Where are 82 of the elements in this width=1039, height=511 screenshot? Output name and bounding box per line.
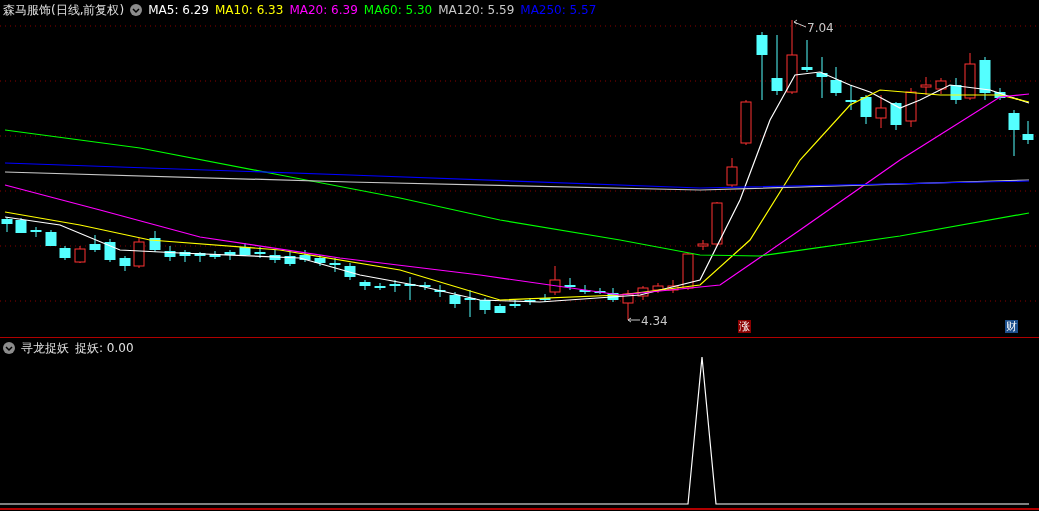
candlestick [329,257,341,273]
candlestick [935,77,947,95]
candlestick [389,279,401,293]
moving-average-value: MA5: 6.29 [148,3,209,17]
candlestick [756,31,768,101]
candlestick [284,250,296,267]
candlestick [149,230,161,253]
stock-title: 森马服饰(日线,前复权) [3,3,125,17]
candlestick [920,76,932,96]
candlestick [1,216,13,233]
candlestick [239,242,251,257]
candlestick [564,277,576,291]
candlestick [830,66,842,97]
candlestick [404,276,416,301]
low-pointer-icon [627,317,641,323]
candlestick [314,254,326,267]
candlestick [104,238,116,263]
low-price-label: 4.34 [641,314,668,328]
moving-average-value: MA250: 5.57 [520,3,597,17]
candlestick [133,237,145,269]
moving-average-value: MA120: 5.59 [438,3,515,17]
dropdown-icon[interactable] [3,342,15,354]
candlestick [30,226,42,238]
candlestick [667,279,679,294]
candlestick [224,249,236,261]
candlestick [74,245,86,264]
high-pointer-icon [793,19,807,28]
candlestick [816,56,828,99]
event-marker[interactable]: 财 [1005,320,1018,333]
candlestick [860,94,872,125]
high-price-label: 7.04 [807,21,834,35]
candlestick [711,201,723,247]
moving-average-value: MA60: 5.30 [363,3,433,17]
candlestick [726,157,738,188]
candlestick [682,252,694,291]
candlestick [434,284,446,298]
candlestick [801,39,813,73]
indicator-value: 捉妖: 0.00 [75,341,134,355]
candlestick [45,229,57,247]
candlestick [652,282,664,294]
moving-average-value: MA10: 6.33 [214,3,284,17]
candlestick [890,101,902,131]
event-marker[interactable]: 涨 [738,320,751,333]
candlestick [740,99,752,146]
candlestick [89,234,101,253]
candlestick [59,245,71,261]
candlestick [164,245,176,262]
moving-average-value: MA20: 6.39 [289,3,358,17]
candlestick [1008,109,1020,157]
candlestick [194,251,206,263]
candlestick [845,84,857,111]
candlestick [524,297,536,306]
candlestick [15,217,27,234]
candlestick [344,262,356,281]
candlestick [950,77,962,105]
candlestick [179,249,191,263]
dropdown-icon[interactable] [130,4,143,16]
candlestick [269,249,281,264]
candlestick [579,284,591,295]
candlestick [875,94,887,129]
candlestick [209,250,221,260]
candlestick [964,52,976,101]
candlestick [464,289,476,318]
candlestick [622,289,634,321]
indicator-title: 寻龙捉妖 [21,341,69,355]
candlestick [994,87,1006,101]
candlestick [509,299,521,309]
candlestick [771,34,783,96]
candlestick [254,246,266,259]
candlestick [979,56,991,101]
candlestick [1022,120,1034,145]
candlestick [494,303,506,314]
candlestick [119,255,131,272]
candlestick [449,291,461,309]
candlestick [697,239,709,251]
candlestick [419,281,431,291]
candlestick [479,297,491,315]
candlestick [299,249,311,263]
candlestick [905,87,917,128]
candlestick [359,279,371,291]
candlestick [637,285,649,301]
candlestick [374,282,386,291]
